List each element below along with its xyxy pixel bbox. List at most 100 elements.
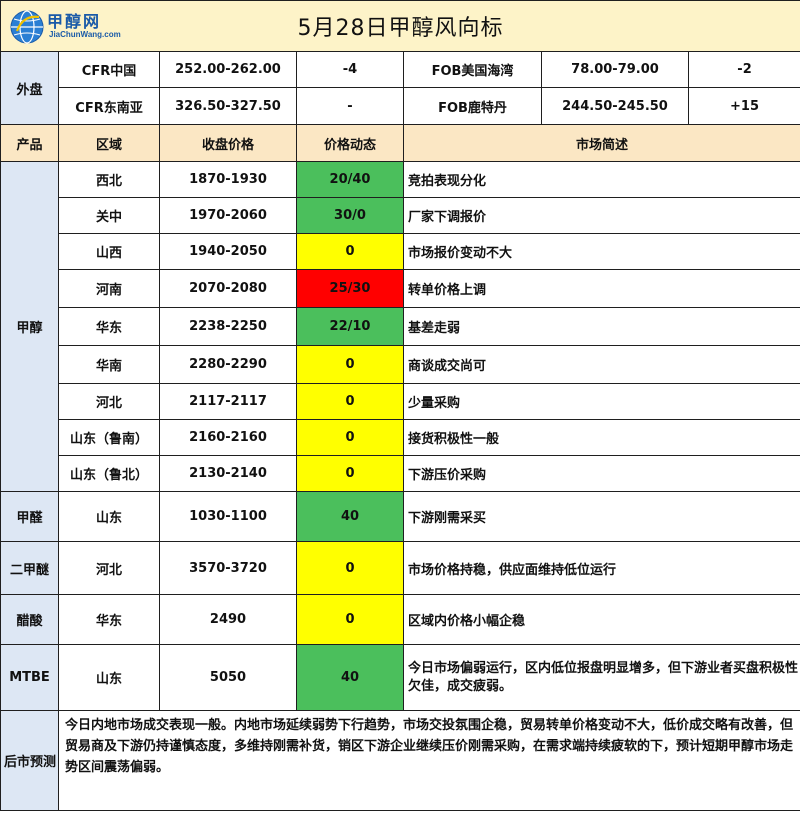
move-cell: 0 <box>296 541 404 595</box>
summary-cell: 转单价格上调 <box>402 269 800 308</box>
price-cell: 5050 <box>159 644 297 711</box>
summary-cell: 基差走弱 <box>402 307 800 346</box>
forecast-label: 后市预测 <box>0 710 59 811</box>
table-row: MTBE 山东 5050 40 今日市场偏弱运行，区内低位报盘明显增多，但下游业… <box>0 644 800 711</box>
region-cell: 华东 <box>58 307 160 346</box>
outer-a-price: 252.00-262.00 <box>159 51 297 88</box>
summary-cell: 下游刚需采买 <box>402 491 800 542</box>
price-cell: 1030-1100 <box>159 491 297 542</box>
table-row: 山东（鲁南） 2160-2160 0 接货积极性一般 <box>1 419 800 456</box>
region-cell: 山东 <box>58 644 160 711</box>
move-cell: 0 <box>296 594 404 645</box>
product-dme: 二甲醚 <box>0 541 59 595</box>
outer-market-label: 外盘 <box>0 51 59 125</box>
header-product: 产品 <box>0 124 59 162</box>
move-cell: 20/40 <box>296 161 404 198</box>
logo-url: JiaChunWang.com <box>49 30 121 39</box>
title-cell: 甲醇网 JiaChunWang.com 5月28日甲醇风向标 <box>0 0 800 52</box>
price-cell: 2130-2140 <box>159 455 297 492</box>
header-summary: 市场简述 <box>402 124 800 162</box>
table-row: 山东（鲁北） 2130-2140 0 下游压价采购 <box>1 455 800 492</box>
move-cell: 0 <box>296 383 404 420</box>
outer-b-price: 244.50-245.50 <box>541 87 689 125</box>
price-cell: 1970-2060 <box>159 197 297 234</box>
region-cell: 河北 <box>58 383 160 420</box>
header-row: 产品 区域 收盘价格 价格动态 市场简述 <box>0 124 800 162</box>
outer-a-name: CFR中国 <box>58 51 160 88</box>
table-row: 甲醇 西北 1870-1930 20/40 竞拍表现分化 <box>0 161 800 492</box>
summary-cell: 下游压价采购 <box>402 455 800 492</box>
table-row: 醋酸 华东 2490 0 区域内价格小幅企稳 <box>0 594 800 645</box>
region-cell: 山东（鲁北） <box>58 455 160 492</box>
summary-cell: 厂家下调报价 <box>402 197 800 234</box>
product-mtbe: MTBE <box>0 644 59 711</box>
price-cell: 1870-1930 <box>159 161 297 198</box>
move-cell: 40 <box>296 644 404 711</box>
summary-cell: 市场报价变动不大 <box>402 233 800 270</box>
methanol-table: 甲醇网 JiaChunWang.com 5月28日甲醇风向标 外盘 CFR中国 … <box>0 0 800 811</box>
header-region: 区域 <box>58 124 160 162</box>
summary-cell: 区域内价格小幅企稳 <box>402 594 800 645</box>
price-cell: 2160-2160 <box>159 419 297 456</box>
move-cell: 25/30 <box>296 269 404 308</box>
outer-b-change: -2 <box>687 51 800 88</box>
logo: 甲醇网 JiaChunWang.com <box>9 6 121 48</box>
price-cell: 2238-2250 <box>159 307 297 346</box>
move-cell: 40 <box>296 491 404 542</box>
summary-cell: 商谈成交尚可 <box>402 345 800 384</box>
move-cell: 0 <box>296 419 404 456</box>
header-close-price: 收盘价格 <box>159 124 297 162</box>
region-cell: 河南 <box>58 269 160 308</box>
region-cell: 关中 <box>58 197 160 234</box>
summary-cell: 今日市场偏弱运行，区内低位报盘明显增多，但下游业者买盘积极性欠佳，成交疲弱。 <box>402 644 800 711</box>
region-cell: 西北 <box>58 161 160 198</box>
outer-b-name: FOB美国海湾 <box>403 51 542 88</box>
price-cell: 3570-3720 <box>159 541 297 595</box>
region-cell: 华东 <box>58 594 160 645</box>
outer-b-change: +15 <box>687 87 800 125</box>
move-cell: 22/10 <box>296 307 404 346</box>
region-cell: 山西 <box>58 233 160 270</box>
price-cell: 2280-2290 <box>159 345 297 384</box>
table-row: 甲醛 山东 1030-1100 40 下游刚需采买 <box>0 491 800 542</box>
logo-text: 甲醇网 <box>47 12 102 31</box>
product-methanol: 甲醇 <box>0 161 59 492</box>
price-cell: 1940-2050 <box>159 233 297 270</box>
outer-market-row: 外盘 CFR中国 252.00-262.00 -4 FOB美国海湾 78.00-… <box>0 51 800 125</box>
header-price-move: 价格动态 <box>296 124 404 162</box>
summary-cell: 竞拍表现分化 <box>402 161 800 198</box>
table-row: 河北 2117-2117 0 少量采购 <box>1 383 800 420</box>
product-acetic-acid: 醋酸 <box>0 594 59 645</box>
summary-cell: 市场价格持稳，供应面维持低位运行 <box>402 541 800 595</box>
outer-a-change: - <box>296 87 404 125</box>
move-cell: 0 <box>296 345 404 384</box>
outer-b-name: FOB鹿特丹 <box>403 87 542 125</box>
outer-a-change: -4 <box>296 51 404 88</box>
region-cell: 山东 <box>58 491 160 542</box>
outer-a-name: CFR东南亚 <box>58 87 160 125</box>
table-row: 关中 1970-2060 30/0 厂家下调报价 <box>1 197 800 234</box>
product-formaldehyde: 甲醛 <box>0 491 59 542</box>
outer-b-price: 78.00-79.00 <box>541 51 689 88</box>
price-cell: 2070-2080 <box>159 269 297 308</box>
methanol-sheet: 甲醇网 JiaChunWang.com 5月28日甲醇风向标 外盘 CFR中国 … <box>0 0 800 818</box>
move-cell: 0 <box>296 233 404 270</box>
forecast-row: 后市预测 今日内地市场成交表现一般。内地市场延续弱势下行趋势，市场交投氛围企稳，… <box>0 710 800 811</box>
region-cell: 华南 <box>58 345 160 384</box>
move-cell: 0 <box>296 455 404 492</box>
table-row: 二甲醚 河北 3570-3720 0 市场价格持稳，供应面维持低位运行 <box>0 541 800 595</box>
table-row: 华南 2280-2290 0 商谈成交尚可 <box>1 345 800 384</box>
price-cell: 2117-2117 <box>159 383 297 420</box>
price-cell: 2490 <box>159 594 297 645</box>
region-cell: 山东（鲁南） <box>58 419 160 456</box>
move-cell: 30/0 <box>296 197 404 234</box>
forecast-text: 今日内地市场成交表现一般。内地市场延续弱势下行趋势，市场交投氛围企稳，贸易转单价… <box>57 710 800 811</box>
title-row: 甲醇网 JiaChunWang.com 5月28日甲醇风向标 <box>0 0 800 52</box>
summary-cell: 少量采购 <box>402 383 800 420</box>
table-row: 河南 2070-2080 25/30 转单价格上调 <box>1 269 800 308</box>
globe-icon <box>10 10 44 44</box>
page-title: 5月28日甲醇风向标 <box>297 16 504 41</box>
table-row: 山西 1940-2050 0 市场报价变动不大 <box>1 233 800 270</box>
summary-cell: 接货积极性一般 <box>402 419 800 456</box>
table-row: 华东 2238-2250 22/10 基差走弱 <box>1 307 800 346</box>
